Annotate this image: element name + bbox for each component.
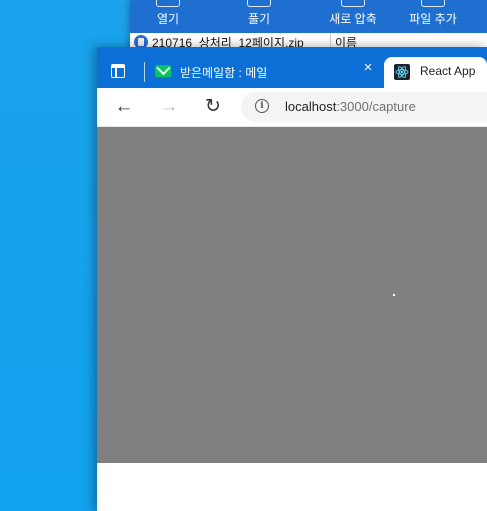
tab-mail-title: 받은메일함 : 메일 [180, 66, 268, 80]
browser-toolbar: ← → ↻ i localhost:3000/capture [97, 88, 487, 127]
tab-react-app[interactable]: React App [384, 57, 487, 88]
open-button[interactable]: 열기 [152, 0, 184, 33]
add-file-button[interactable]: 파일 추가 [405, 0, 461, 33]
extract-icon [247, 0, 271, 7]
open-icon [156, 0, 180, 7]
tab-react-title: React App [420, 64, 476, 78]
back-arrow-icon: ← [114, 96, 134, 117]
tab-actions-icon[interactable] [111, 64, 125, 78]
forward-button[interactable]: → [157, 95, 181, 119]
tab-divider [144, 62, 145, 82]
browser-window: 받은메일함 : 메일 × React App ← → ↻ i localhost… [97, 47, 487, 511]
address-bar[interactable]: i localhost:3000/capture [241, 92, 487, 122]
reload-icon: ↻ [205, 96, 221, 117]
new-archive-button[interactable]: 새로 압축 [325, 0, 381, 33]
extract-button[interactable]: 풀기 [243, 0, 275, 33]
info-icon[interactable]: i [255, 99, 269, 113]
url-host: localhost [285, 99, 337, 114]
page-blank-area [97, 463, 487, 511]
forward-arrow-icon: → [159, 96, 179, 117]
add-file-icon [421, 0, 445, 7]
react-icon [394, 64, 410, 80]
page-viewport[interactable] [97, 127, 487, 463]
archive-toolbar: 열기 풀기 새로 압축 파일 추가 [130, 0, 487, 33]
naver-mail-icon [155, 65, 171, 77]
close-icon[interactable]: × [360, 60, 376, 76]
tab-strip: 받은메일함 : 메일 × React App [97, 47, 487, 88]
new-archive-icon [341, 0, 365, 7]
back-button[interactable]: ← [112, 95, 136, 119]
url-path: :3000/capture [336, 99, 416, 114]
tab-mail[interactable]: 받은메일함 : 메일 × [149, 57, 381, 88]
url-text[interactable]: localhost:3000/capture [285, 99, 416, 114]
reload-button[interactable]: ↻ [201, 95, 225, 119]
pointer-dot [393, 294, 395, 296]
